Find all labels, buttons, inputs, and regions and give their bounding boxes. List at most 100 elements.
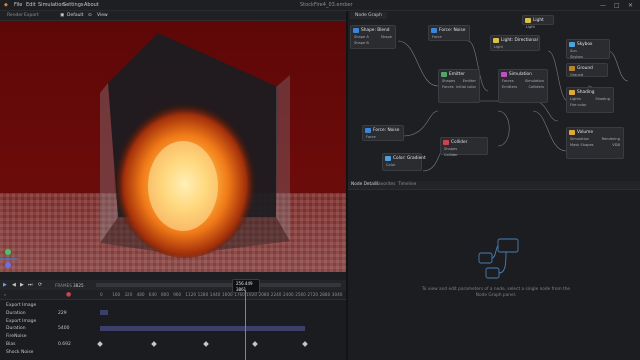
graph-node[interactable]: Simulation Forces Simulation Emitters Collid… [498,69,548,103]
node-type-icon [365,128,371,133]
node-port[interactable]: Initial color [456,85,476,89]
node-port[interactable]: Light [494,45,503,49]
node-port[interactable]: Collider [444,153,458,157]
node-port[interactable]: Mask Shapes [570,143,594,147]
node-port[interactable]: Emitters [502,85,517,89]
timeline-ruler: ⌕ ● 0 160 320 480 640 800 960 1120 1280 1440 1600 1… [0,290,346,300]
node-port[interactable]: Shapes [444,147,457,151]
ruler-tick-label: 800 [161,292,169,297]
bounding-box-glass-right [276,75,290,241]
graph-node[interactable]: Skybox Sun Skybox [566,39,610,59]
ruler-tick-label: 640 [148,292,157,297]
tab-timeline[interactable]: Timeline [398,182,416,187]
node-title: Shading [577,90,595,95]
scrub-bar[interactable] [96,283,341,287]
close-button[interactable]: ✕ [628,2,633,9]
ruler-tick-label: 2560 [295,292,306,297]
node-title: Volume [577,130,593,135]
graph-node[interactable]: Light: Directional Light [490,35,540,51]
node-port[interactable]: Colliders [528,85,544,89]
render-viewport[interactable] [0,21,346,272]
menu-settings[interactable]: Settings [63,2,84,8]
ruler-tick-label: 2720 [307,292,319,297]
node-port[interactable]: Shading [595,97,610,101]
graph-node[interactable]: Ground Ground [566,63,608,77]
maximize-button[interactable]: □ [614,2,620,9]
node-port[interactable]: Color [386,163,395,167]
node-port[interactable]: Ground [570,73,583,77]
transport-bar: ▶ ◀ ▶ ⏭ ⟳ FRAMES 3825 [0,280,346,290]
menu-simulation[interactable]: Simulation [38,2,65,8]
ruler-tick-label: 1600 [222,292,233,297]
search-icon[interactable]: ⌕ [4,292,6,297]
node-port[interactable]: Rendering [602,137,620,141]
playhead-line[interactable] [245,290,246,360]
skip-end-icon[interactable]: ⏭ [28,282,33,288]
ruler-tick-label: 3040 [331,292,343,297]
clip-bar[interactable] [100,326,305,331]
node-port[interactable]: Simulation [570,137,589,141]
node-type-icon [501,72,507,77]
node-port[interactable]: Simulation [525,79,544,83]
node-details-panel: Node Details Favorites Timeline To view … [348,181,640,360]
fire-core [148,141,218,231]
graph-node[interactable]: Force: Noise Force [362,125,404,141]
title-bar: ◆ File Edit Simulation Settings About St… [0,0,640,11]
node-port[interactable]: Lights [570,97,581,101]
node-type-icon [443,140,449,145]
step-back-icon[interactable]: ◀ [12,282,16,288]
graph-node[interactable]: Collider Shapes Collider [440,137,488,157]
node-port[interactable]: Forces [502,79,514,83]
graph-node[interactable]: Emitter Shapes Emitter Forces Initial color [438,69,480,103]
node-port[interactable]: Force [432,35,442,39]
export-tab[interactable]: Export [24,13,39,18]
clip-bar[interactable] [100,310,108,315]
graph-node[interactable]: Shape: Blend Shape A Shape Shape B [350,25,396,49]
graph-node[interactable]: Light Light [522,15,554,29]
record-icon[interactable]: ● [66,291,71,298]
track-value[interactable]: 229 [58,311,67,316]
node-port[interactable]: Shape B [354,41,369,45]
graph-node[interactable]: Volume Simulation Rendering Mask Shapes VDB [566,127,624,159]
track-value[interactable]: 0.692 [58,342,71,347]
node-port[interactable]: VDB [612,143,620,147]
graph-node[interactable]: Force: Noise Force [428,25,470,41]
graph-node[interactable]: Shading Lights Shading Fire color [566,87,614,113]
node-port[interactable]: Shapes [442,79,455,83]
node-port[interactable]: Forces [442,85,454,89]
timeline-header [0,272,346,280]
step-forward-icon[interactable]: ▶ [20,282,24,288]
play-button[interactable]: ▶ [3,282,7,288]
frame-value[interactable]: 3825 [73,283,84,288]
node-port[interactable]: Sun [570,49,577,53]
node-port[interactable]: Shape [381,35,392,39]
tab-favorites[interactable]: Favorites [376,182,395,187]
frame-label: FRAMES [55,283,72,288]
view-menu[interactable]: View [97,13,108,18]
track-value[interactable]: 5400 [58,326,69,331]
node-port[interactable]: Skybox [570,55,583,59]
node-port[interactable]: Emitter [463,79,476,83]
loop-icon[interactable]: ⟳ [38,282,42,288]
menu-edit[interactable]: Edit [26,2,36,8]
details-tabs: Node Details Favorites Timeline [348,181,640,190]
node-title: Force: Noise [439,28,466,33]
menu-file[interactable]: File [14,2,22,8]
node-type-icon [569,130,575,135]
camera-select[interactable]: Default [67,13,83,18]
render-tab[interactable]: Render [7,13,23,18]
node-graph-panel[interactable]: Node Graph Shape: Blend Shape A Shape Shape… [348,11,640,181]
node-port[interactable]: Force [366,135,376,139]
node-port[interactable]: Light [526,25,535,29]
track-row[interactable]: Shock Noise [0,348,346,358]
node-port[interactable]: Fire color [570,103,586,107]
node-title: Ground [577,66,593,71]
menu-about[interactable]: About [84,2,99,8]
viewport-toolbar: Render Export ▣ Default ⊙ View [0,11,346,21]
tab-node-details[interactable]: Node Details [351,182,378,187]
node-type-icon [353,28,359,33]
ruler-tick-label: 960 [173,292,182,297]
graph-node[interactable]: Color: Gradient Color [382,153,426,171]
node-port[interactable]: Shape A [354,35,369,39]
minimize-button[interactable]: — [600,2,606,9]
